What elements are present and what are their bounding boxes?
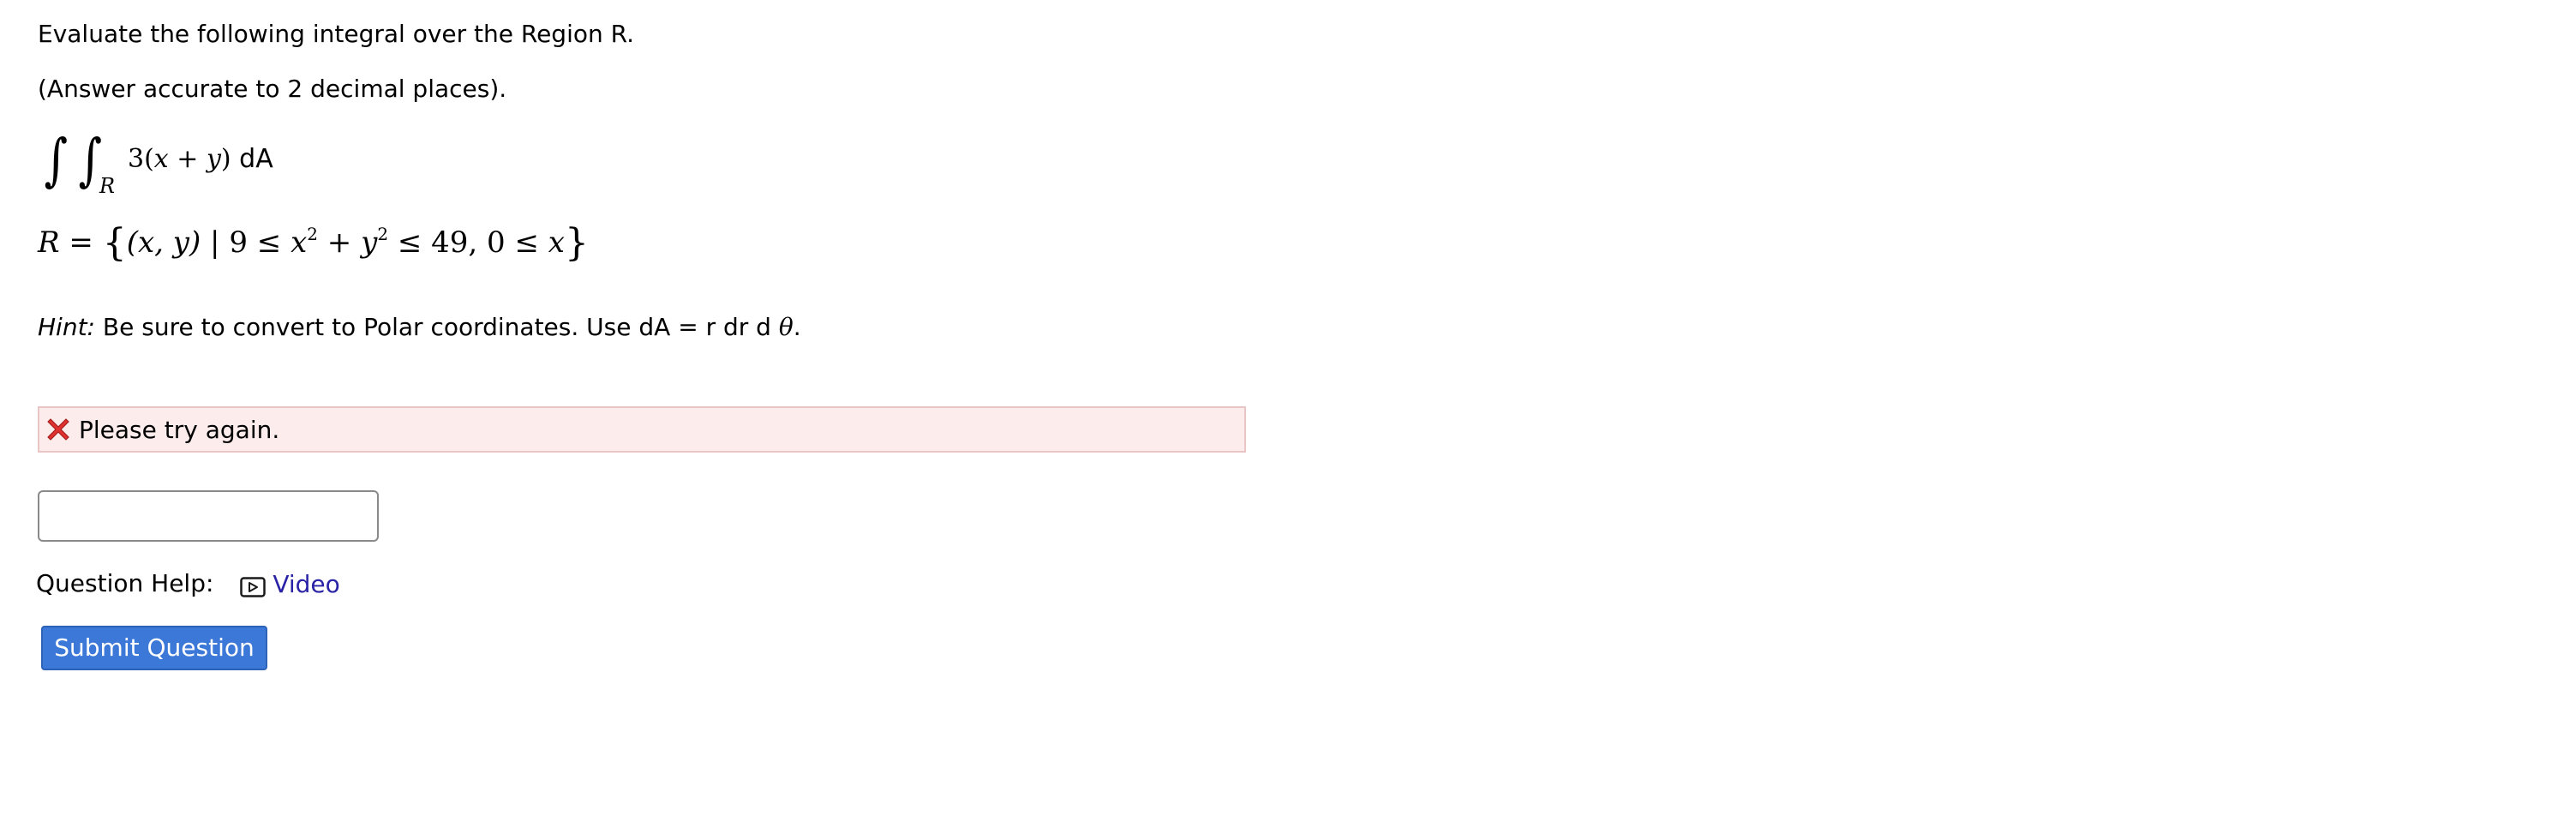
accuracy-note: (Answer accurate to 2 decimal places). xyxy=(38,75,507,103)
video-play-icon xyxy=(240,573,267,597)
integral-region-subscript: R xyxy=(99,174,116,198)
submit-question-button[interactable]: Submit Question xyxy=(41,626,267,670)
integral-sign: ∫ xyxy=(44,127,68,193)
question-help: Question Help: Video xyxy=(36,566,340,600)
question-instruction: Evaluate the following integral over the… xyxy=(38,20,634,48)
x-mark-icon xyxy=(46,417,70,441)
video-link-label: Video xyxy=(273,569,340,598)
region-definition: R = {(x, y) | 9 ≤ x2 + y2 ≤ 49, 0 ≤ x} xyxy=(38,221,589,265)
answer-input[interactable] xyxy=(38,490,379,542)
feedback-alert: Please try again. xyxy=(38,406,1246,453)
integrand: 3(x + y) dA xyxy=(128,144,273,174)
integral-sign: ∫ xyxy=(78,127,102,193)
feedback-message: Please try again. xyxy=(79,416,280,444)
hint-label: Hint: xyxy=(38,313,95,341)
video-link[interactable]: Video xyxy=(240,567,340,602)
hint-text: Hint: Be sure to convert to Polar coordi… xyxy=(38,313,801,341)
differential: dA xyxy=(231,144,273,174)
integral-expression: ∫ ∫ R 3(x + y) dA xyxy=(38,122,380,207)
question-help-label: Question Help: xyxy=(36,569,214,597)
